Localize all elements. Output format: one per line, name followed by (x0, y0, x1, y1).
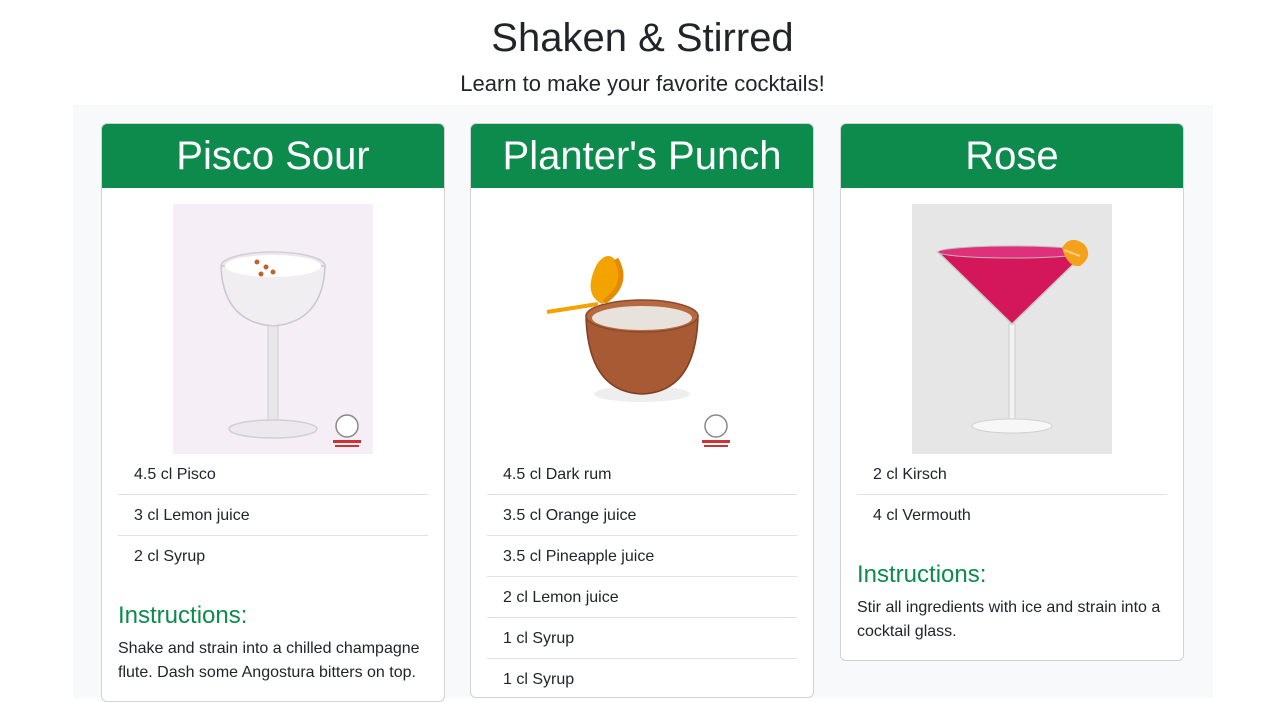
list-item: 3.5 cl Pineapple juice (487, 536, 797, 577)
list-item: 2 cl Lemon juice (487, 577, 797, 618)
list-item: 2 cl Syrup (134, 548, 206, 565)
list-item: 1 cl Syrup (503, 671, 575, 688)
cocktail-card-pisco-sour: Pisco Sour 4.5 cl Pisco 3 cl Lemon juice… (101, 123, 445, 702)
list-item: 4 cl Vermouth (873, 507, 971, 524)
instructions-heading: Instructions: (118, 602, 248, 629)
instructions-text: Stir all ingredients with ice and strain… (857, 599, 1161, 640)
list-item: 2 cl Kirsch (857, 454, 1167, 495)
ingredients-list: 4.5 cl Pisco 3 cl Lemon juice 2 cl Syrup (118, 454, 428, 577)
cocktail-card-planters-punch: Planter's Punch 4.5 cl Dark rum 3.5 cl O… (470, 123, 814, 698)
cocktail-card-rose: Rose 2 cl Kirsch 4 cl Vermouth Instructi… (840, 123, 1184, 661)
cocktail-name: Pisco Sour (102, 124, 444, 188)
ingredients-list: 4.5 cl Dark rum 3.5 cl Orange juice 3.5 … (487, 454, 797, 697)
site-title: Shaken & Stirred (491, 16, 794, 60)
list-item: 4.5 cl Pisco (118, 454, 428, 495)
ingredients-list: 2 cl Kirsch 4 cl Vermouth (857, 454, 1167, 536)
list-item: 3.5 cl Orange juice (487, 495, 797, 536)
instructions-text: Shake and strain into a chilled champagn… (118, 640, 420, 681)
pisco-sour-image (173, 204, 373, 454)
planters-punch-image (542, 204, 742, 454)
instructions-heading: Instructions: (857, 561, 987, 588)
site-subtitle: Learn to make your favorite cocktails! (460, 71, 825, 96)
list-item: 4.5 cl Dark rum (487, 454, 797, 495)
cocktail-name: Planter's Punch (471, 124, 813, 188)
list-item: 1 cl Syrup (487, 618, 797, 659)
rose-image (912, 204, 1112, 454)
list-item: 3 cl Lemon juice (118, 495, 428, 536)
cocktail-name: Rose (841, 124, 1183, 188)
